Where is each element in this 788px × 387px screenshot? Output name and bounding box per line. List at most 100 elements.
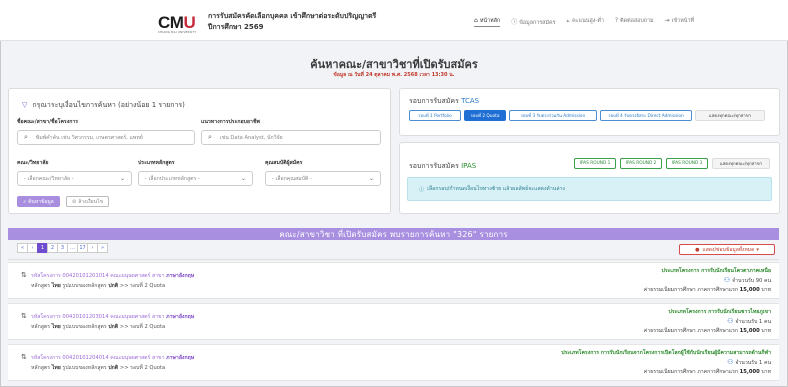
major-name: ภาษาอังกฤษ (166, 355, 195, 361)
fee-amount: 15,000 (739, 287, 760, 293)
seat-count: ⚇ จำนวนรับ 90 คน (724, 276, 771, 285)
home-icon: ⌂ (474, 17, 478, 24)
seat-count-text: จำนวนรับ 1 คน (735, 360, 771, 366)
person-icon: ⚇ (727, 358, 734, 366)
ipas-title-highlight: IPAS (461, 162, 477, 170)
person-icon: ⚇ (727, 317, 734, 325)
seat-count-text: จำนวนรับ 90 คน (732, 278, 771, 284)
ipas-round-3-button[interactable]: IPAS ROUND 3 (666, 158, 708, 169)
results-summary-bar: คณะ/สาขาวิชา ที่เปิดรับสมัคร พบรายการค้น… (8, 228, 779, 240)
cmu-logo[interactable]: CMU (158, 13, 196, 33)
circle-icon: ● (695, 246, 700, 253)
project-type: ประเภทโครงการ การรับนักเรียนโควตาภาคเหนื… (661, 268, 771, 274)
sort-icon: ⇅ (21, 312, 27, 320)
qualification-select[interactable]: - เลือกคุณสมบัติ - ⌄ (265, 171, 381, 186)
nav-label: คะแนนสูง-ต่ำ (572, 18, 604, 24)
pagination: « ‹ 1 2 3 … 17 › » (17, 243, 108, 253)
curr-mid: รูปแบบของหลักสูตร (62, 365, 107, 371)
curriculum-info: หลักสูตร ไทย รูปแบบของหลักสูตร ปกติ >> ร… (31, 364, 165, 372)
project-code-text: รหัสโครงการ 00420101204014 คณะมนุษยศาสตร… (31, 355, 165, 361)
search-icon: ⌕ (208, 133, 212, 141)
info-icon: ⓘ (511, 19, 518, 26)
qualification-label: คุณสมบัติผู้สมัคร (265, 160, 303, 166)
curr-lang: ไทย (51, 283, 61, 289)
seat-count-text: จำนวนรับ 1 คน (735, 319, 771, 325)
data-timestamp: ข้อมูล ณ วันที่ 24 ตุลาคม พ.ศ. 2568 เวลา… (333, 72, 455, 78)
top-navbar: CMU CHIANG MAI UNIVERSITY การรับสมัครคัด… (0, 0, 788, 41)
result-row[interactable]: ⇅ รหัสโครงการ 00420101201014 คณะมนุษยศาส… (8, 262, 779, 299)
nav-label: ข้อมูลการสมัคร (519, 20, 556, 26)
curr-type: ปกติ (108, 324, 119, 330)
fee-unit: บาท (761, 287, 771, 293)
login-icon: ⇥ (664, 17, 670, 24)
nav-scores[interactable]: ⟀ คะแนนสูง-ต่ำ (567, 17, 604, 27)
search-button[interactable]: ⌕ ค้นหาข้อมูล (17, 196, 60, 207)
divider (8, 259, 779, 260)
faculty-select-value: - เลือกคณะ/วิทยาลัย - (24, 175, 74, 182)
career-label: แนวทางการประกอบอาชีพ (201, 119, 260, 125)
type-select-value: - เลือกประเภทหลักสูตร - (145, 175, 200, 182)
site-title: การรับสมัครคัดเลือกบุคคล เข้าศึกษาต่อระด… (208, 12, 377, 20)
nav-label: หน้าหลัก (479, 18, 501, 24)
nav-home[interactable]: ⌂ หน้าหลัก (474, 17, 501, 27)
tuition-fee: ค่าธรรมเนียมการศึกษา ภาคการศึกษาแรก 15,0… (644, 368, 771, 376)
search-icon: ⌕ (24, 133, 28, 141)
result-row[interactable]: ⇅ รหัสโครงการ 00420101204014 คณะมนุษยศาส… (8, 344, 779, 381)
tuition-fee: ค่าธรรมเนียมการศึกษา ภาคการศึกษาแรก 15,0… (644, 327, 771, 335)
tcas-round-1-button[interactable]: รอบที่ 1 Portfolio (409, 110, 461, 121)
logo-subtitle: CHIANG MAI UNIVERSITY (158, 31, 197, 34)
project-type: ประเภทโครงการ การรับนักเรียนจากโครงการเป… (561, 350, 771, 356)
toggle-all-details-button[interactable]: ● แสดง/ซ่อนข้อมูลทั้งหมด ▾ (679, 244, 775, 255)
round-label: >> รอบที่ 2 Quota (119, 365, 166, 371)
ipas-title: รอบการรับสมัคร IPAS (409, 161, 476, 172)
info-icon: ⓘ (419, 186, 425, 193)
curr-mid: รูปแบบของหลักสูตร (62, 283, 107, 289)
tcas-title: รอบการรับสมัคร TCAS (409, 96, 479, 107)
search-button-label: ค้นหาข้อมูล (28, 198, 54, 205)
nav-staff[interactable]: ⇥ เข้าหน้าที่ (665, 17, 694, 27)
tuition-fee: ค่าธรรมเนียมการศึกษา ภาคการศึกษาแรก 15,0… (644, 286, 771, 294)
chevron-down-icon: ⌄ (368, 175, 374, 182)
project-code[interactable]: รหัสโครงการ 00420101204014 คณะมนุษยศาสตร… (31, 354, 194, 362)
tcas-round-4-button[interactable]: รอบที่ 4 รับตรงอิสระ Direct Admission (600, 110, 692, 121)
page-last-button[interactable]: » (97, 243, 108, 253)
name-search-input[interactable]: ⌕ พิมพ์คำค้น เช่น วิศวกรรม, เกษตรศาสตร์, … (17, 130, 195, 145)
tcas-title-prefix: รอบการรับสมัคร (409, 97, 459, 105)
tcas-title-highlight: TCAS (461, 97, 480, 105)
project-code-text: รหัสโครงการ 00420101203014 คณะมนุษยศาสตร… (31, 314, 165, 320)
question-icon: ? (614, 17, 619, 24)
ipas-round-1-button[interactable]: IPAS ROUND 1 (574, 158, 616, 169)
filter-icon: ▽ (22, 101, 28, 109)
nav-label: ติดต่อสอบถาม (620, 18, 654, 24)
nav-info[interactable]: ⓘ ข้อมูลการสมัคร (511, 17, 555, 27)
tcas-show-all-button[interactable]: แสดงทุกคณะ/ทุกสาขา (695, 110, 765, 121)
tcas-round-2-button[interactable]: รอบที่ 2 Quota (464, 110, 506, 121)
ipas-round-2-button[interactable]: IPAS ROUND 2 (620, 158, 662, 169)
career-search-input[interactable]: ⌕ เช่น Data Analyst, นักวิจัย (201, 130, 381, 145)
ipas-info-alert: ⓘ เลือกรอบ/กำหนดเงื่อนไขทางซ้าย แล้วผลลัพ… (407, 177, 772, 201)
filter-hint: ▽ กรุณาระบุเงื่อนไขการค้นหา (อย่างน้อย 1 … (22, 100, 185, 111)
faculty-select[interactable]: - เลือกคณะ/วิทยาลัย - ⌄ (17, 171, 132, 186)
tcas-round-3-button[interactable]: รอบที่ 3 รับตรงร่วมกัน Admission (509, 110, 597, 121)
nav-contact[interactable]: ? ติดต่อสอบถาม (615, 17, 654, 27)
curr-prefix: หลักสูตร (31, 365, 51, 371)
curr-lang: ไทย (51, 365, 61, 371)
ipas-show-all-button[interactable]: แสดงทุกคณะ/ทุกสาขา (712, 158, 770, 169)
site-year: ปีการศึกษา 2569 (208, 23, 264, 31)
main-nav: ⌂ หน้าหลัก ⓘ ข้อมูลการสมัคร ⟀ คะแนนสูง-ต่ำ … (474, 17, 694, 27)
major-name: ภาษาอังกฤษ (166, 273, 195, 279)
person-icon: ⚇ (723, 276, 731, 284)
project-code[interactable]: รหัสโครงการ 00420101203014 คณะมนุษยศาสตร… (31, 313, 194, 321)
sort-icon: ⇅ (21, 353, 27, 361)
chevron-down-icon: ⌄ (240, 175, 246, 182)
project-code[interactable]: รหัสโครงการ 00420101201014 คณะมนุษยศาสตร… (31, 272, 194, 280)
fee-label: ค่าธรรมเนียมการศึกษา ภาคการศึกษาแรก (643, 369, 739, 375)
clear-filter-button[interactable]: ⊘ ล้างเงื่อนไข (66, 196, 109, 207)
curr-prefix: หลักสูตร (31, 283, 51, 289)
seat-count: ⚇ จำนวนรับ 1 คน (727, 317, 771, 326)
result-row[interactable]: ⇅ รหัสโครงการ 00420101203014 คณะมนุษยศาส… (8, 303, 779, 340)
curriculum-type-select[interactable]: - เลือกประเภทหลักสูตร - ⌄ (138, 171, 253, 186)
chevron-down-icon: ⌄ (119, 175, 125, 182)
caret-down-icon: ▾ (756, 246, 759, 253)
search-icon: ⌕ (23, 198, 27, 205)
